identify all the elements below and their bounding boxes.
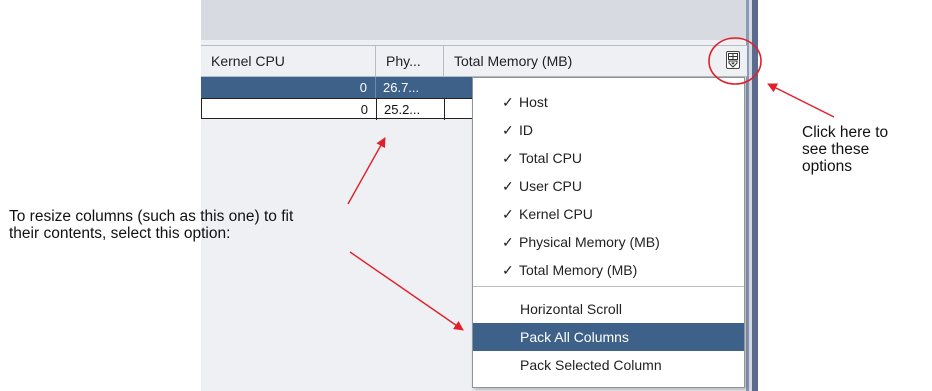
annotation-overlay (347, 37, 835, 331)
arrow-to-column-control (767, 83, 835, 118)
arrow-to-pack-all-columns (349, 251, 464, 331)
highlight-circle (708, 37, 762, 85)
arrow-to-phy-column (347, 137, 386, 205)
